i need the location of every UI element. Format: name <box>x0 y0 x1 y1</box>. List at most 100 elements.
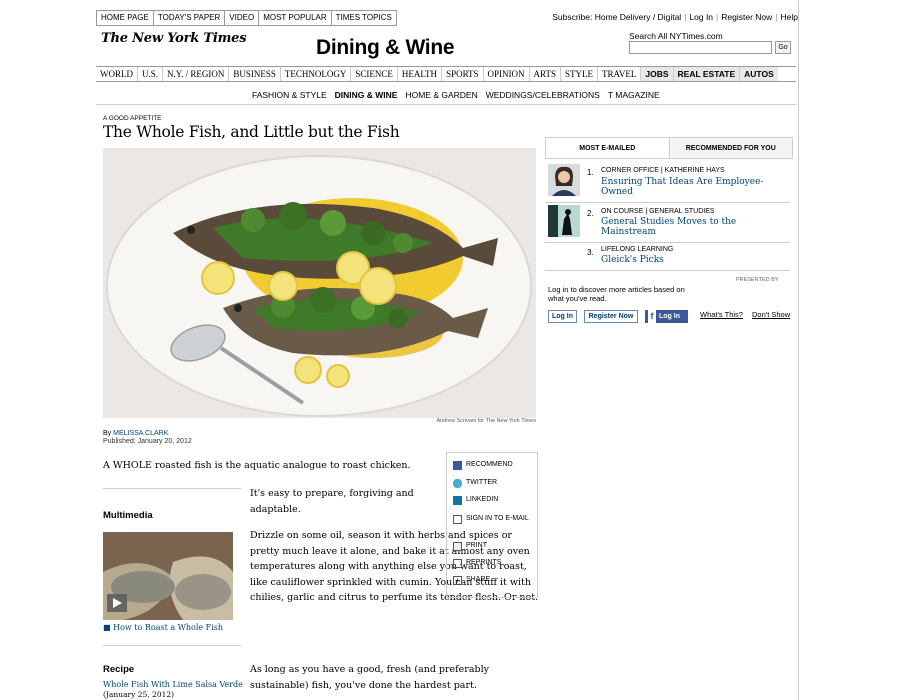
author-link[interactable]: MELISSA CLARK <box>113 430 168 437</box>
print-label: PRINT <box>466 542 487 549</box>
subnav-home-garden[interactable]: HOME & GARDEN <box>401 90 481 100</box>
email-label: SIGN IN TO E-MAIL <box>466 515 529 522</box>
nav-arts[interactable]: ARTS <box>530 67 562 81</box>
section-title[interactable]: Dining & Wine <box>316 36 455 60</box>
top-nav-most-popular[interactable]: MOST POPULAR <box>259 11 332 25</box>
thumbnail-katherine-hays[interactable] <box>548 164 580 196</box>
subnav-t-magazine[interactable]: T MAGAZINE <box>604 90 664 100</box>
list-item[interactable]: 1. CORNER OFFICE | KATHERINE HAYS Ensuri… <box>545 164 790 202</box>
recipe-heading: Recipe <box>103 664 135 675</box>
facebook-login-button[interactable]: Log In <box>645 310 688 323</box>
sidebar-rule <box>103 645 241 646</box>
multimedia-thumbnail[interactable] <box>103 532 233 620</box>
list-divider <box>545 242 790 243</box>
article-paragraph: As long as you have a good, fresh (and p… <box>250 664 489 691</box>
section-sub-nav: FASHION & STYLE DINING & WINE HOME & GAR… <box>248 90 664 100</box>
reprints-label: REPRINTS <box>466 559 502 566</box>
top-nav-video[interactable]: VIDEO <box>225 11 260 25</box>
main-nav: WORLD U.S. N.Y. / REGION BUSINESS TECHNO… <box>96 66 796 82</box>
nav-travel[interactable]: TRAVEL <box>598 67 642 81</box>
nav-style[interactable]: STYLE <box>561 67 599 81</box>
nav-sports[interactable]: SPORTS <box>442 67 484 81</box>
list-item[interactable]: 2. ON COURSE | GENERAL STUDIES General S… <box>545 205 790 243</box>
nav-autos[interactable]: AUTOS <box>740 67 778 81</box>
search-input[interactable] <box>629 41 772 54</box>
register-link[interactable]: Register Now <box>721 12 772 22</box>
article-paragraph: A WHOLE roasted fish is the aquatic anal… <box>103 460 411 471</box>
account-links: Subscribe: Home Delivery / Digital | Log… <box>552 12 798 22</box>
share-tool[interactable]: + SHARE <box>453 576 490 585</box>
byline-prefix: By <box>103 430 112 437</box>
item-title[interactable]: Gleick's Picks <box>601 255 664 265</box>
thumbnail-general-studies[interactable] <box>548 205 580 237</box>
byline: By MELISSA CLARK <box>103 430 168 437</box>
login-link[interactable]: Log In <box>689 12 713 22</box>
tab-recommended[interactable]: RECOMMENDED FOR YOU <box>669 137 793 158</box>
nav-ny-region[interactable]: N.Y. / REGION <box>163 67 230 81</box>
top-nav-todays-paper[interactable]: TODAY'S PAPER <box>154 11 226 25</box>
multimedia-caption-text[interactable]: How to Roast a Whole Fish <box>113 623 223 632</box>
twitter-icon <box>453 479 462 488</box>
recipe-link[interactable]: Whole Fish With Lime Salsa Verde <box>103 680 243 689</box>
page: HOME PAGE TODAY'S PAPER VIDEO MOST POPUL… <box>96 0 799 700</box>
header-divider <box>96 104 796 105</box>
subnav-fashion-style[interactable]: FASHION & STYLE <box>248 90 331 100</box>
nav-science[interactable]: SCIENCE <box>351 67 398 81</box>
nav-opinion[interactable]: OPINION <box>484 67 530 81</box>
whats-this-link[interactable]: What's This? <box>700 310 743 319</box>
linkedin-icon <box>453 496 462 505</box>
recipe-date: (January 25, 2012) <box>103 690 175 699</box>
nav-business[interactable]: BUSINESS <box>229 67 281 81</box>
reprints-icon <box>453 559 462 568</box>
nav-technology[interactable]: TECHNOLOGY <box>281 67 352 81</box>
nav-world[interactable]: WORLD <box>96 67 138 81</box>
top-nav-home[interactable]: HOME PAGE <box>97 11 154 25</box>
tab-most-emailed[interactable]: MOST E-MAILED <box>545 137 670 158</box>
email-icon <box>453 515 462 524</box>
help-link[interactable]: Help <box>781 12 798 22</box>
login-button[interactable]: Log In <box>548 310 577 323</box>
dont-show-link[interactable]: Don't Show <box>752 310 790 319</box>
linkedin-label: LINKEDIN <box>466 496 499 503</box>
recommend-tool[interactable]: RECOMMEND <box>453 461 513 470</box>
subnav-weddings[interactable]: WEDDINGS/CELEBRATIONS <box>482 90 604 100</box>
item-kicker: CORNER OFFICE | KATHERINE HAYS <box>601 167 725 174</box>
search-go-button[interactable]: Go <box>775 41 791 54</box>
nyt-logo[interactable]: The New York Times <box>101 31 247 46</box>
publish-date: Published: January 20, 2012 <box>103 438 192 445</box>
subscribe-link[interactable]: Subscribe: Home Delivery / Digital <box>552 12 681 22</box>
item-title[interactable]: Ensuring That Ideas Are Employee-Owned <box>601 177 771 197</box>
share-tools: RECOMMEND TWITTER LINKEDIN SIGN IN TO E-… <box>446 452 538 598</box>
email-tool[interactable]: SIGN IN TO E-MAIL <box>453 515 531 524</box>
subnav-dining-wine[interactable]: DINING & WINE <box>331 90 402 100</box>
multimedia-caption[interactable]: ■ How to Roast a Whole Fish <box>103 623 223 632</box>
twitter-label: TWITTER <box>466 479 498 486</box>
item-number: 3. <box>587 248 594 257</box>
video-camera-icon: ■ <box>103 623 111 632</box>
item-kicker: ON COURSE | GENERAL STUDIES <box>601 208 715 215</box>
separator: | <box>684 12 687 22</box>
separator: | <box>716 12 719 22</box>
nav-real-estate[interactable]: REAL ESTATE <box>673 67 741 81</box>
item-title[interactable]: General Studies Moves to the Mainstream <box>601 217 751 237</box>
twitter-tool[interactable]: TWITTER <box>453 479 497 488</box>
item-kicker: LIFELONG LEARNING <box>601 246 674 253</box>
article-kicker[interactable]: A GOOD APPETITE <box>103 115 162 122</box>
linkedin-tool[interactable]: LINKEDIN <box>453 496 498 505</box>
nav-health[interactable]: HEALTH <box>398 67 443 81</box>
photo-credit: Andrew Scrivani for The New York Times <box>436 418 536 424</box>
nav-jobs[interactable]: JOBS <box>641 67 674 81</box>
plus-icon: + <box>453 576 462 585</box>
popular-tabs: MOST E-MAILED RECOMMENDED FOR YOU <box>545 137 793 159</box>
list-divider <box>545 270 790 271</box>
register-button[interactable]: Register Now <box>584 310 638 323</box>
article-headline: The Whole Fish, and Little but the Fish <box>103 123 400 141</box>
top-nav-times-topics[interactable]: TIMES TOPICS <box>332 11 396 25</box>
print-tool[interactable]: PRINT <box>453 542 487 551</box>
share-label: SHARE <box>466 576 491 583</box>
reprints-tool[interactable]: REPRINTS <box>453 559 501 568</box>
sidebar-rule <box>103 488 241 489</box>
nav-us[interactable]: U.S. <box>138 67 164 81</box>
top-nav: HOME PAGE TODAY'S PAPER VIDEO MOST POPUL… <box>96 10 397 26</box>
list-item[interactable]: 3. LIFELONG LEARNING Gleick's Picks <box>545 245 790 271</box>
